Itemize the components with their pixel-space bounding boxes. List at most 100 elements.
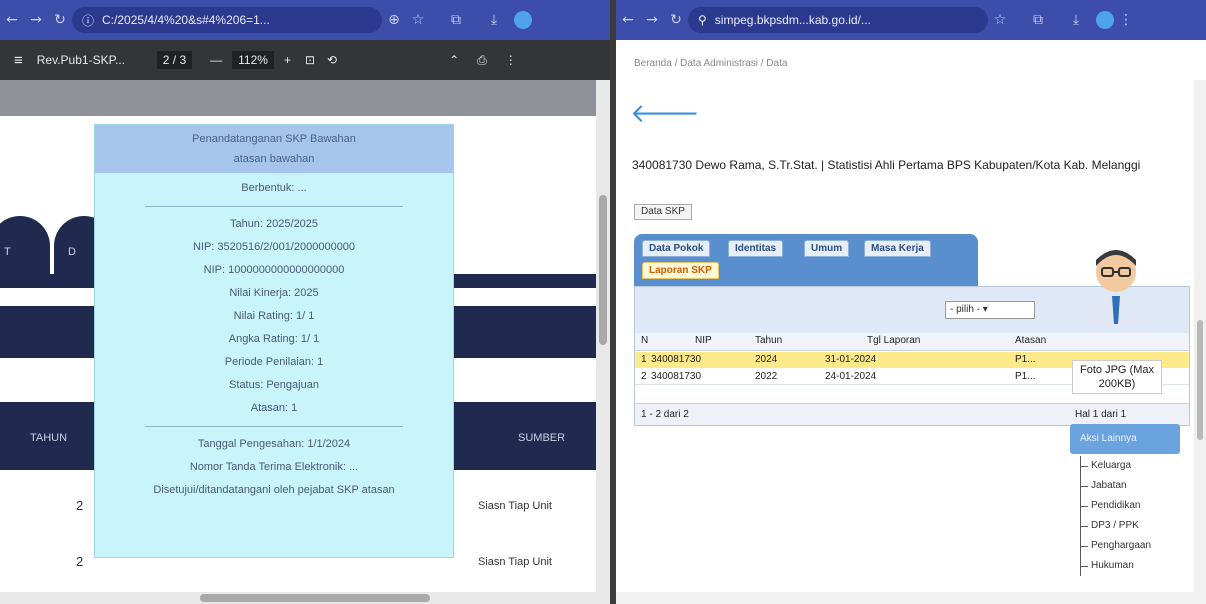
extensions-icon[interactable]: ⧉ <box>1026 12 1050 28</box>
tab-laporan-skp[interactable]: Laporan SKP <box>642 262 719 279</box>
column-label-right: SUMBER <box>518 432 566 444</box>
source-cell: Siasn Tiap Unit <box>478 556 552 568</box>
column-header[interactable]: N <box>641 335 648 346</box>
address-bar[interactable]: ⚲ simpeg.bkpsdm...kab.go.id/... <box>688 7 988 33</box>
tab-masa-kerja[interactable]: Masa Kerja <box>864 240 931 257</box>
source-cell: Siasn Tiap Unit <box>478 500 552 512</box>
menu-item-pendidikan[interactable]: Pendidikan <box>1081 496 1190 516</box>
download-icon[interactable]: ⤓ <box>482 12 506 28</box>
cell-nip: 340081730 <box>651 354 702 365</box>
pdf-browser-window: ← → ↻ ⓘ C:/2025/4/4%20&s#4%206=1... ⊕ ☆ … <box>0 0 610 604</box>
tooltip-header: Penandatanganan SKP Bawahan atasan bawah… <box>95 125 453 173</box>
menu-title[interactable]: Aksi Lainnya <box>1070 424 1180 454</box>
tooltip-footer-line: Tanggal Pengesahan: 1/1/2024 <box>197 438 351 450</box>
pdf-filename: Rev.Pub1-SKP... <box>36 53 126 67</box>
cell-tgl: 31-01-2024 <box>825 354 877 365</box>
scrollbar-thumb[interactable] <box>599 195 607 345</box>
tooltip-line: Status: Pengajuan <box>229 379 319 391</box>
reload-icon[interactable]: ↻ <box>664 12 688 28</box>
reload-icon[interactable]: ↻ <box>48 12 72 28</box>
employee-title: 340081730 Dewo Rama, S.Tr.Stat. | Statis… <box>632 158 1141 172</box>
menu-item-jabatan[interactable]: Jabatan <box>1081 476 1190 496</box>
cell-tahun: 2024 <box>755 354 778 365</box>
data-skp-button[interactable]: Data SKP <box>634 204 692 220</box>
horizontal-scrollbar[interactable] <box>616 592 1206 604</box>
photo-caption: Foto JPG (Max 200KB) <box>1072 360 1162 394</box>
tooltip-line: Periode Penilaian: 1 <box>224 356 324 368</box>
cell-nip: 340081730 <box>651 371 702 382</box>
tab-umum[interactable]: Umum <box>804 240 850 257</box>
address-text: simpeg.bkpsdm...kab.go.id/... <box>714 13 871 27</box>
menu-item-penghargaan[interactable]: Penghargaan <box>1081 536 1190 556</box>
tooltip-header-line: Penandatanganan SKP Bawahan <box>192 133 356 145</box>
tooltip-line: Tahun: 2025/2025 <box>229 218 319 230</box>
print-icon[interactable]: ⎙ <box>477 53 487 68</box>
employee-photo-avatar[interactable] <box>1076 240 1156 326</box>
tooltip-line: Atasan: 1 <box>250 402 298 414</box>
file-icon: ⓘ <box>82 13 95 28</box>
zoom-icon[interactable]: ⊕ <box>382 12 406 28</box>
back-arrow-icon[interactable]: 🡐 <box>630 98 700 129</box>
vertical-scrollbar[interactable] <box>1194 80 1206 592</box>
profile-avatar[interactable] <box>514 11 532 29</box>
pager-summary: 1 - 2 dari 2 <box>641 409 689 420</box>
menu-item-dp3-ppk[interactable]: DP3 / PPK <box>1081 516 1190 536</box>
column-header[interactable]: NIP <box>695 335 712 346</box>
zoom-in-icon[interactable]: + <box>284 53 291 67</box>
bookmark-star-icon[interactable]: ☆ <box>988 12 1012 28</box>
scrollbar-thumb[interactable] <box>200 594 430 602</box>
horizontal-scrollbar[interactable] <box>0 592 610 604</box>
site-info-icon: ⚲ <box>698 13 707 27</box>
bookmark-star-icon[interactable]: ☆ <box>406 12 430 28</box>
rotate-icon[interactable]: ⟲ <box>327 53 337 67</box>
scrollbar-thumb[interactable] <box>1197 320 1203 440</box>
tooltip-line: Nilai Rating: 1/ 1 <box>233 310 315 322</box>
back-icon[interactable]: ← <box>0 12 24 28</box>
zoom-level[interactable]: 112% <box>232 51 274 69</box>
cell-tgl: 24-01-2024 <box>825 371 877 382</box>
cell-n: 2 <box>641 371 647 382</box>
column-header[interactable]: Atasan <box>1015 335 1046 346</box>
pdf-toolbar: ≡ Rev.Pub1-SKP... 2 / 3 — 112% + ⊡ ⟲ ⌃ ⎙… <box>0 40 610 80</box>
cell-atasan: P1... <box>1015 371 1036 382</box>
forward-icon[interactable]: → <box>24 12 48 28</box>
vertical-scrollbar[interactable] <box>596 80 610 592</box>
cell-n: 1 <box>641 354 647 365</box>
tooltip-line: Nilai Kinerja: 2025 <box>229 287 319 299</box>
tooltip-subtitle: Berbentuk: ... <box>241 182 307 194</box>
profile-avatar[interactable] <box>1096 11 1114 29</box>
tooltip-divider <box>145 426 403 427</box>
zoom-out-icon[interactable]: — <box>210 53 222 67</box>
menu-item-hukuman[interactable]: Hukuman <box>1081 556 1190 576</box>
fit-page-icon[interactable]: ⊡ <box>305 53 315 67</box>
forward-icon[interactable]: → <box>640 12 664 28</box>
extensions-icon[interactable]: ⧉ <box>444 12 468 28</box>
filter-select[interactable]: - pilih - ▾ <box>945 301 1035 319</box>
column-label-left: TAHUN <box>30 432 68 444</box>
more-options-icon[interactable]: ⋮ <box>505 53 517 67</box>
band-text-left: T <box>4 246 11 258</box>
column-header[interactable]: Tahun <box>755 335 782 346</box>
simpeg-browser-window: ← → ↻ ⚲ simpeg.bkpsdm...kab.go.id/... ☆ … <box>616 0 1206 604</box>
row-number: 2 <box>76 554 84 569</box>
download-icon[interactable]: ⤓ <box>1064 12 1088 28</box>
tab-identitas[interactable]: Identitas <box>728 240 784 257</box>
address-bar[interactable]: ⓘ C:/2025/4/4%20&s#4%206=1... <box>72 7 382 33</box>
menu-item-keluarga[interactable]: Keluarga <box>1081 456 1190 476</box>
tab-strip: Data Pokok Identitas Umum Masa Kerja Lap… <box>634 234 978 286</box>
browser-toolbar: ← → ↻ ⓘ C:/2025/4/4%20&s#4%206=1... ⊕ ☆ … <box>0 0 610 40</box>
more-options-icon[interactable]: ⋮ <box>1114 12 1138 28</box>
filter-value: - pilih - <box>950 304 981 315</box>
browser-toolbar: ← → ↻ ⚲ simpeg.bkpsdm...kab.go.id/... ☆ … <box>616 0 1206 40</box>
back-icon[interactable]: ← <box>616 12 640 28</box>
column-header[interactable]: Tgl Laporan <box>867 335 920 346</box>
address-text: C:/2025/4/4%20&s#4%206=1... <box>102 13 270 27</box>
page-indicator[interactable]: 2 / 3 <box>156 51 193 69</box>
pager-page-input[interactable]: Hal 1 dari 1 <box>1075 409 1126 420</box>
tab-data-pokok[interactable]: Data Pokok <box>642 240 711 257</box>
band-text-right: D <box>68 246 76 258</box>
tooltip-line: NIP: 1000000000000000000 <box>203 264 345 276</box>
annotate-icon[interactable]: ⌃ <box>449 53 459 67</box>
menu-icon[interactable]: ≡ <box>14 52 23 69</box>
grid-header: N NIP Tahun Tgl Laporan Atasan <box>635 333 1189 351</box>
